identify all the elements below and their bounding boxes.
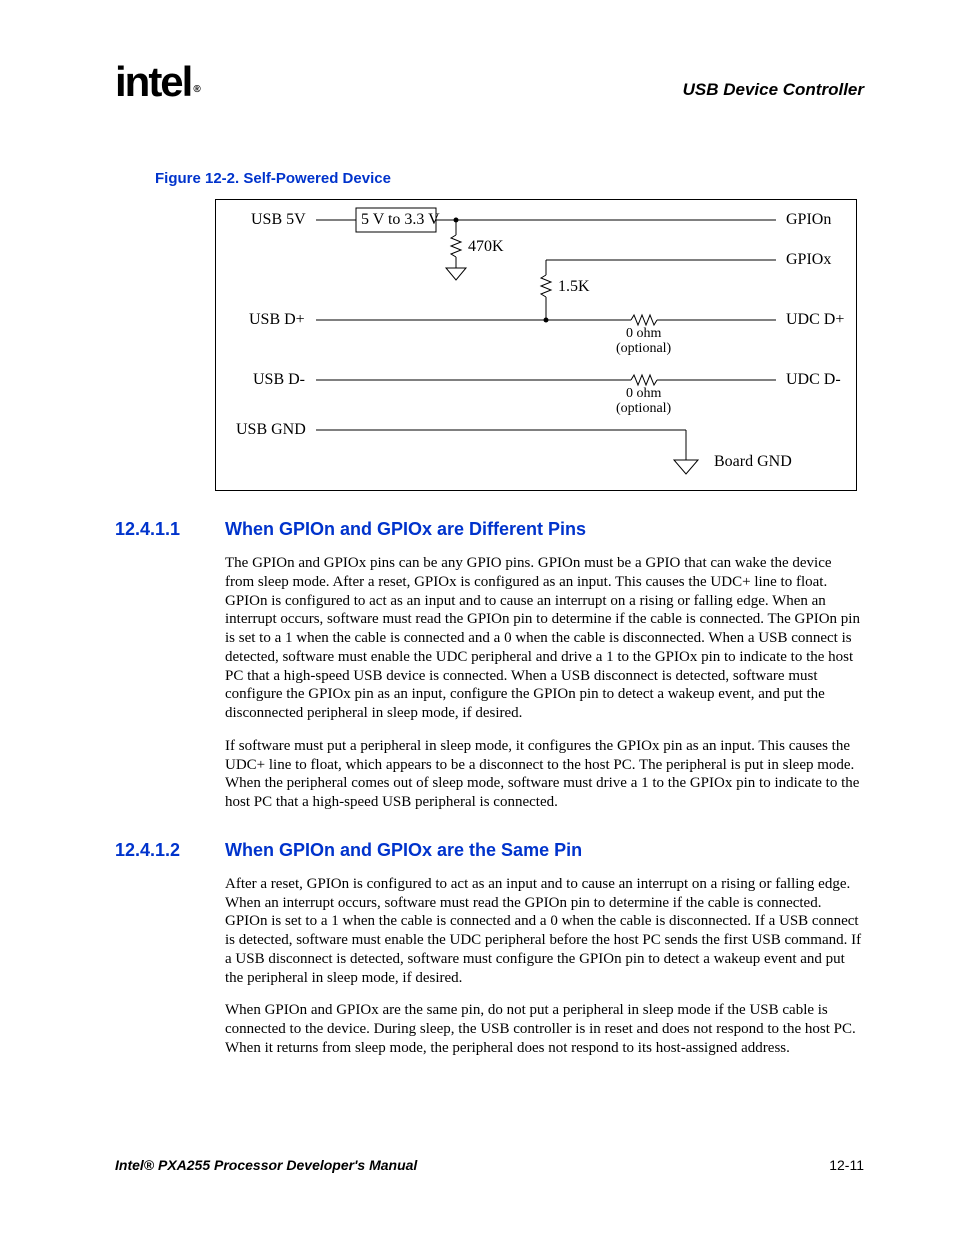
logo-text: intel	[115, 58, 191, 105]
section-title-2: When GPIOn and GPIOx are the Same Pin	[225, 840, 582, 861]
section-number-2: 12.4.1.2	[115, 840, 225, 861]
section-1-para-1: The GPIOn and GPIOx pins can be any GPIO…	[225, 554, 864, 723]
page-chapter-title: USB Device Controller	[683, 80, 864, 100]
label-470k: 470K	[468, 238, 504, 256]
label-gpion: GPIOn	[786, 211, 831, 229]
label-udc-dplus: UDC D+	[786, 311, 844, 329]
label-regulator: 5 V to 3.3 V	[361, 211, 440, 229]
label-0ohm-dplus: 0 ohm	[626, 326, 661, 342]
section-2-para-2: When GPIOn and GPIOx are the same pin, d…	[225, 1001, 864, 1057]
label-gpiox: GPIOx	[786, 251, 831, 269]
page-footer: Intel® PXA255 Processor Developer's Manu…	[115, 1157, 864, 1173]
label-optional-dplus: (optional)	[616, 341, 671, 357]
figure-diagram: USB 5V USB D+ USB D- USB GND GPIOn GPIOx…	[215, 199, 857, 491]
section-title-1: When GPIOn and GPIOx are Different Pins	[225, 519, 586, 540]
label-0ohm-dminus: 0 ohm	[626, 386, 661, 402]
label-1-5k: 1.5K	[558, 278, 590, 296]
label-optional-dminus: (optional)	[616, 401, 671, 417]
section-1-para-2: If software must put a peripheral in sle…	[225, 737, 864, 812]
figure-caption: Figure 12-2. Self-Powered Device	[155, 170, 864, 187]
label-usb-dplus: USB D+	[249, 311, 305, 329]
footer-manual-title: Intel® PXA255 Processor Developer's Manu…	[115, 1157, 417, 1173]
label-usb-dminus: USB D-	[253, 371, 305, 389]
section-heading-1: 12.4.1.1 When GPIOn and GPIOx are Differ…	[115, 519, 864, 540]
footer-page-number: 12-11	[829, 1157, 864, 1173]
section-heading-2: 12.4.1.2 When GPIOn and GPIOx are the Sa…	[115, 840, 864, 861]
section-number-1: 12.4.1.1	[115, 519, 225, 540]
label-board-gnd: Board GND	[714, 453, 792, 471]
section-2-para-1: After a reset, GPIOn is configured to ac…	[225, 875, 864, 988]
label-usb-5v: USB 5V	[251, 211, 306, 229]
logo-reg: ®	[193, 84, 198, 95]
intel-logo: intel®	[115, 58, 197, 106]
label-udc-dminus: UDC D-	[786, 371, 841, 389]
label-usb-gnd: USB GND	[236, 421, 306, 439]
